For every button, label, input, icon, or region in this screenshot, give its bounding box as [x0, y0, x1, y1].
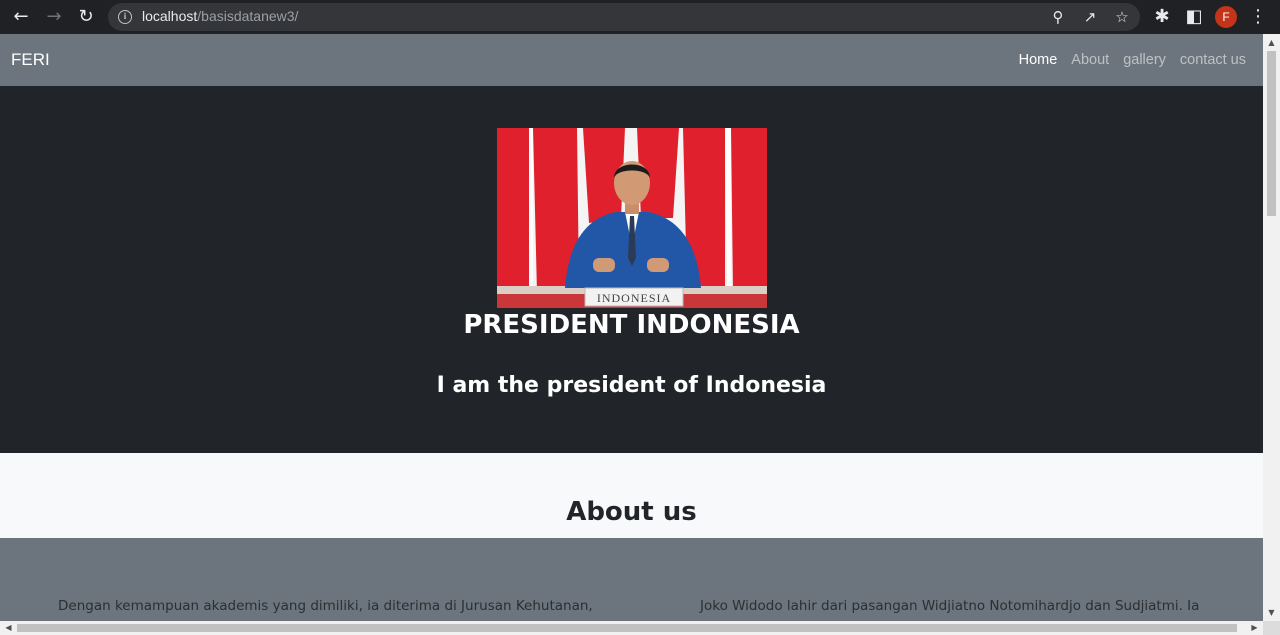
- navbar: FERI Home About gallery contact us: [0, 34, 1263, 86]
- vertical-scrollbar[interactable]: ▲ ▼: [1263, 34, 1280, 621]
- president-photo: INDONESIA: [497, 128, 767, 308]
- address-bar[interactable]: i localhost/basisdatanew3/ ⚲ ↗ ☆: [108, 3, 1140, 31]
- horizontal-scrollbar[interactable]: ◀ ▶: [0, 621, 1263, 635]
- about-title: About us: [566, 497, 697, 527]
- url-text[interactable]: localhost/basisdatanew3/: [142, 8, 298, 24]
- scroll-up-icon[interactable]: ▲: [1263, 34, 1280, 51]
- nav-links: Home About gallery contact us: [1019, 52, 1246, 68]
- scroll-left-icon[interactable]: ◀: [0, 621, 17, 635]
- zoom-icon[interactable]: ⚲: [1048, 7, 1068, 27]
- nav-gallery[interactable]: gallery: [1123, 52, 1166, 68]
- profile-avatar[interactable]: F: [1215, 6, 1237, 28]
- about-text-right: Joko Widodo lahir dari pasangan Widjiatn…: [700, 598, 1200, 614]
- bookmark-star-icon[interactable]: ☆: [1112, 7, 1132, 27]
- back-icon[interactable]: ←: [9, 5, 33, 29]
- reload-icon[interactable]: ↻: [74, 5, 98, 29]
- extensions-icon[interactable]: ✱: [1150, 5, 1174, 29]
- page-viewport: FERI Home About gallery contact us INDON…: [0, 34, 1263, 621]
- president-photo-illustration: INDONESIA: [497, 128, 767, 308]
- hero-section: INDONESIA PRESIDENT INDONESIA I am the p…: [0, 86, 1263, 453]
- browser-toolbar: ← → ↻ i localhost/basisdatanew3/ ⚲ ↗ ☆ ✱…: [0, 0, 1280, 34]
- nav-about[interactable]: About: [1071, 52, 1109, 68]
- about-body-section: Dengan kemampuan akademis yang dimiliki,…: [0, 538, 1263, 621]
- share-icon[interactable]: ↗: [1080, 7, 1100, 27]
- vertical-scroll-thumb[interactable]: [1267, 51, 1276, 216]
- scroll-right-icon[interactable]: ▶: [1246, 621, 1263, 635]
- nav-home[interactable]: Home: [1019, 52, 1058, 68]
- scrollbar-corner: [1263, 621, 1280, 635]
- about-heading-section: About us: [0, 453, 1263, 538]
- navbar-brand[interactable]: FERI: [11, 50, 50, 70]
- nav-contact[interactable]: contact us: [1180, 52, 1246, 68]
- side-panel-icon[interactable]: ◧: [1182, 5, 1206, 29]
- scroll-down-icon[interactable]: ▼: [1263, 604, 1280, 621]
- menu-kebab-icon[interactable]: ⋮: [1246, 5, 1270, 29]
- forward-icon[interactable]: →: [42, 5, 66, 29]
- horizontal-scroll-thumb[interactable]: [17, 624, 1237, 632]
- hero-subtitle: I am the president of Indonesia: [436, 373, 827, 398]
- hero-title: PRESIDENT INDONESIA: [463, 310, 800, 340]
- about-text-left: Dengan kemampuan akademis yang dimiliki,…: [58, 598, 593, 614]
- photo-caption: INDONESIA: [597, 291, 671, 305]
- site-info-icon[interactable]: i: [118, 10, 132, 24]
